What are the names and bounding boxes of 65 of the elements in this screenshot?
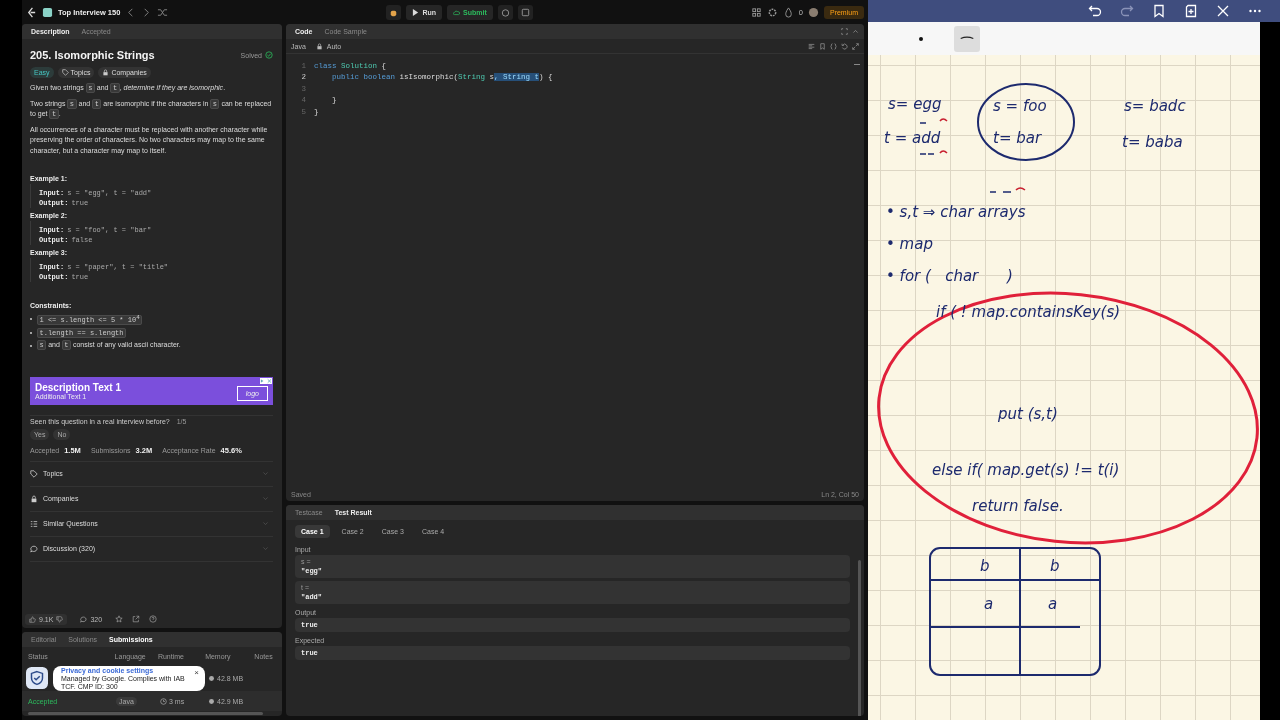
- handwritten-note: else if( map.get(s) != t(i): [932, 461, 1120, 479]
- fullscreen-icon[interactable]: [841, 28, 848, 35]
- handwritten-note: put (s,t): [998, 405, 1058, 423]
- check-circle-icon: [265, 51, 273, 59]
- alarm-icon[interactable]: [497, 4, 513, 20]
- handwritten-note: • s,t ⇒ char arrays: [886, 203, 1026, 221]
- drop-icon: [782, 6, 794, 18]
- tag-icon: [61, 69, 69, 76]
- list-icon: [42, 6, 53, 18]
- lock-icon: [30, 494, 38, 503]
- close-icon[interactable]: [1216, 4, 1230, 18]
- note-icon[interactable]: [517, 4, 533, 20]
- handwritten-note: • for ( char ): [886, 267, 1013, 285]
- ad-choices-icon[interactable]: [260, 377, 272, 384]
- help-icon[interactable]: [149, 615, 158, 623]
- stroke-style-button[interactable]: [954, 25, 980, 52]
- chevron-down-icon: [262, 470, 269, 478]
- handwritten-note: • map: [886, 235, 933, 253]
- clock-icon: [160, 697, 167, 705]
- lock-icon: [102, 69, 110, 76]
- expand-icon[interactable]: [852, 42, 859, 50]
- list-icon: [30, 519, 38, 528]
- shuffle-icon[interactable]: [157, 6, 169, 18]
- add-page-icon[interactable]: [1184, 4, 1198, 18]
- format-icon[interactable]: [808, 42, 815, 50]
- handwritten-note: t= baba: [1122, 133, 1183, 151]
- table-cell-note: b: [980, 557, 990, 575]
- handwritten-note: s= egg: [888, 95, 942, 113]
- handwritten-note: t= bar: [993, 129, 1042, 147]
- logo-icon[interactable]: [26, 6, 37, 18]
- table-cell-note: b: [1050, 557, 1060, 575]
- avatar-icon[interactable]: [807, 6, 819, 18]
- thumbs-down-icon[interactable]: [56, 615, 64, 623]
- chevron-down-icon: [262, 520, 269, 528]
- problem-title: 205. Isomorphic Strings: [30, 49, 156, 61]
- tag-icon: [30, 469, 38, 478]
- handwritten-note: s= badc: [1124, 97, 1186, 115]
- reset-icon[interactable]: [841, 42, 848, 50]
- table-cell-note: a: [1048, 595, 1058, 613]
- pen-dot-icon[interactable]: [918, 35, 924, 42]
- lock-icon: [315, 42, 323, 50]
- handwritten-note: s = foo: [993, 97, 1047, 115]
- handwritten-note: return false.: [972, 497, 1064, 515]
- bookmark-icon[interactable]: [1152, 4, 1166, 18]
- cloud-upload-icon: [453, 8, 461, 16]
- star-icon[interactable]: [115, 615, 124, 623]
- handwritten-note: t = add: [884, 129, 941, 147]
- thumbs-up-icon: [29, 615, 36, 623]
- chat-icon: [30, 544, 38, 553]
- settings-icon[interactable]: [766, 6, 778, 18]
- play-icon: [412, 8, 420, 16]
- layout-icon[interactable]: [750, 6, 762, 18]
- collapse-icon[interactable]: [852, 28, 859, 35]
- close-button[interactable]: ×: [194, 668, 199, 677]
- ad-title: Description Text 1: [35, 381, 122, 393]
- share-icon[interactable]: [132, 615, 141, 623]
- debug-icon[interactable]: [386, 4, 402, 20]
- undo-icon[interactable]: [1088, 4, 1102, 18]
- shield-icon[interactable]: [26, 667, 48, 689]
- chevron-down-icon: [262, 495, 269, 503]
- chat-icon: [80, 615, 88, 623]
- table-cell-note: a: [984, 595, 994, 613]
- braces-icon[interactable]: [830, 42, 837, 50]
- chevron-down-icon: [262, 545, 269, 553]
- redo-icon[interactable]: [1120, 4, 1134, 18]
